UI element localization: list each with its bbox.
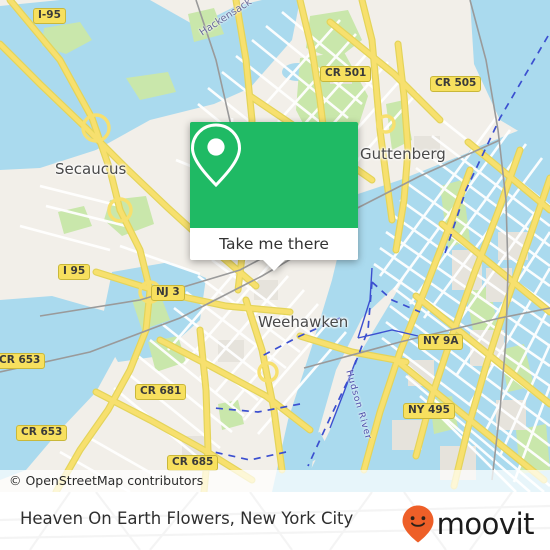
road-shield-nj3: NJ 3 <box>151 285 185 301</box>
popup-header <box>190 122 358 228</box>
moovit-smiley-pin-icon <box>402 505 434 543</box>
map-canvas[interactable]: Secaucus Guttenberg Weehawken Hackensack… <box>0 0 550 492</box>
map-attribution-bar: © OpenStreetMap contributors <box>0 470 550 492</box>
road-shield-cr685: CR 685 <box>167 455 219 471</box>
road-shield-cr653-upper: CR 653 <box>0 353 46 369</box>
footer-bar: Heaven On Earth Flowers, New York City m… <box>0 492 550 550</box>
map-label-secaucus: Secaucus <box>55 160 127 178</box>
moovit-wordmark: moovit <box>436 506 535 541</box>
popup-tail <box>263 260 285 271</box>
take-me-there-button[interactable]: Take me there <box>219 235 329 253</box>
road-shield-cr653-lower: CR 653 <box>16 425 68 441</box>
road-shield-cr681: CR 681 <box>135 384 187 400</box>
map-label-weehawken: Weehawken <box>258 313 349 331</box>
map-pin-icon <box>190 123 242 188</box>
map-label-guttenberg: Guttenberg <box>360 145 446 163</box>
road-shield-ny9a: NY 9A <box>418 334 464 350</box>
moovit-map-share-card: Secaucus Guttenberg Weehawken Hackensack… <box>0 0 550 550</box>
moovit-brand[interactable]: moovit <box>401 504 535 544</box>
road-shield-i95-north: I-95 <box>33 8 66 24</box>
location-popup-card[interactable]: Take me there <box>190 122 358 271</box>
place-title: Heaven On Earth Flowers, New York City <box>20 509 354 528</box>
road-shield-ny495: NY 495 <box>403 403 455 419</box>
popup-footer[interactable]: Take me there <box>190 228 358 271</box>
road-shield-cr501: CR 501 <box>320 66 372 82</box>
road-shield-cr505: CR 505 <box>430 76 482 92</box>
map-attribution-text: © OpenStreetMap contributors <box>9 473 204 488</box>
road-shield-i95-south: I 95 <box>58 264 91 280</box>
